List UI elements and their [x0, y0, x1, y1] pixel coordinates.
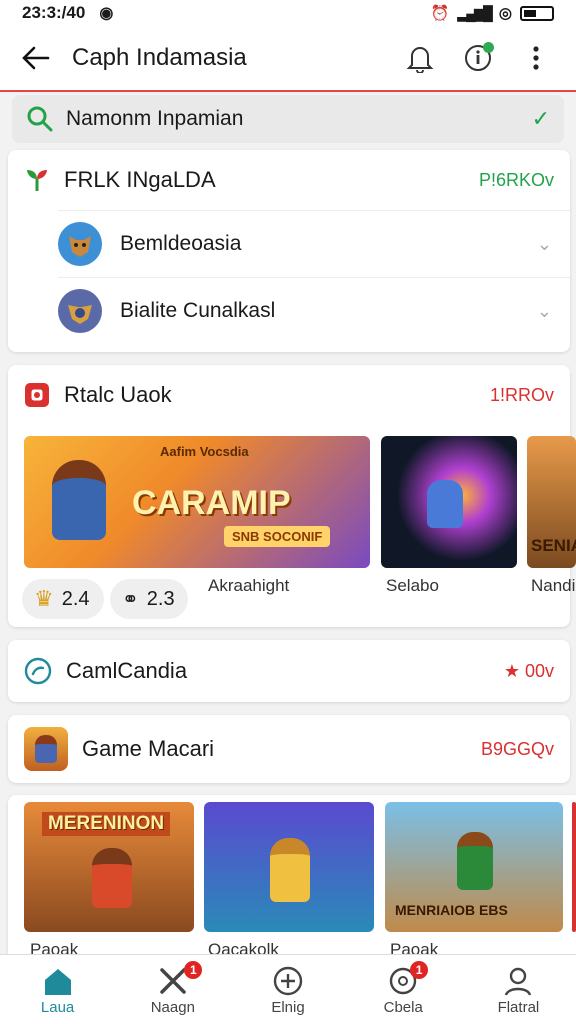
check-icon[interactable]: ✓ — [532, 106, 550, 132]
leaf-icon — [27, 170, 47, 191]
profile-icon — [505, 967, 532, 996]
nav-label: Laua — [40, 999, 75, 1016]
comments-pill[interactable]: ⚭ 2.3 — [110, 579, 188, 619]
section-more-link[interactable]: B9GGQv — [481, 739, 554, 760]
wifi-icon: ◎ — [498, 5, 512, 22]
bottom-nav: Laua 1 Naagn Elnig 1 Cbela Flatral — [0, 954, 576, 1024]
section-header-1[interactable]: FRLK INgaLDA P!6RKOv — [8, 150, 570, 210]
tools-icon — [160, 968, 186, 994]
chevron-down-icon[interactable]: ⌄ — [537, 301, 552, 322]
avatar — [58, 289, 102, 333]
tile-caption: Qacakolk — [208, 940, 279, 954]
section-card-3[interactable]: CamlCandia ★ 00v — [8, 640, 570, 702]
candy-icon — [24, 657, 52, 685]
hero-icon — [92, 848, 132, 908]
trophy-icon: ♛ — [34, 586, 54, 611]
section-header-3[interactable]: CamlCandia ★ 00v — [8, 640, 570, 702]
section-more-link[interactable]: P!6RKOv — [479, 170, 554, 191]
game-thumbnail[interactable]: SENIA — [527, 436, 576, 568]
banner-top-text: Aafim Vocsdia — [160, 444, 249, 459]
signal-icon: ▂▄▆█ — [457, 4, 493, 21]
game-banner[interactable]: Aafim Vocsdia CARAMIP SNB SOCONIF — [24, 436, 370, 568]
search-icon — [27, 106, 53, 132]
nav-label: Flatral — [497, 999, 540, 1016]
list-item[interactable]: Bialite Cunalkasl ⌄ — [58, 277, 570, 344]
nav-item-tools[interactable]: 1 Naagn — [115, 955, 230, 1024]
arrow-left-icon — [22, 46, 50, 70]
status-bar: 23:3:/40 ◉ ⏰ ▂▄▆█ ◎ — [0, 0, 576, 26]
alarm-icon: ⏰ — [430, 5, 450, 22]
hero-icon — [270, 838, 310, 902]
thumbnail-caption: Selabo — [386, 576, 439, 595]
rating-pill[interactable]: ♛ 2.4 — [22, 579, 104, 619]
section-more-link[interactable]: ★ 00v — [504, 661, 554, 682]
character-avatar-icon — [68, 305, 92, 324]
section-card-4[interactable]: Game Macari B9GGQv — [8, 715, 570, 783]
game-icon — [24, 727, 68, 771]
more-vert-icon — [533, 46, 539, 70]
thumbnail-caption: Akraahight — [208, 576, 290, 595]
game-tile-partial[interactable] — [572, 802, 576, 932]
nav-label: Cbela — [383, 999, 423, 1016]
avatar — [58, 222, 102, 266]
home-icon — [44, 969, 71, 995]
notification-icon: ◉ — [99, 5, 114, 22]
list-item[interactable]: Bemldeoasia ⌄ — [58, 210, 570, 277]
tile-caption: Paoak — [30, 940, 79, 954]
rating-value: 2.4 — [61, 587, 90, 610]
character-avatar-icon — [69, 236, 91, 257]
game-tile[interactable]: MENRIAIOB EBS — [385, 802, 563, 932]
info-badge-icon — [483, 42, 494, 53]
nav-item-chat[interactable]: 1 Cbela — [346, 955, 461, 1024]
thumbnail-caption: Nandi — [531, 576, 576, 595]
banner-subtitle: SNB SOCONIF — [224, 526, 331, 547]
section-title: FRLK INgaLDA — [64, 167, 216, 192]
hero-icon — [427, 480, 463, 528]
search-input[interactable]: Namonm Inpamian — [66, 107, 243, 131]
section-header-4[interactable]: Game Macari B9GGQv — [8, 715, 570, 783]
record-icon — [25, 383, 49, 407]
tile-title: MERENINON — [42, 812, 171, 836]
nav-item-profile[interactable]: Flatral — [461, 955, 576, 1024]
more-button[interactable] — [518, 40, 554, 76]
comments-value: 2.3 — [146, 587, 175, 610]
section-header-2[interactable]: Rtalc Uaok 1!RROv — [8, 365, 570, 425]
banner-title: CARAMIP — [132, 484, 291, 522]
hero-icon — [457, 832, 493, 890]
nav-badge: 1 — [410, 961, 429, 979]
info-button[interactable] — [460, 40, 496, 76]
game-tile[interactable]: MERENINON — [24, 802, 194, 932]
status-time: 23:3:/40 — [22, 3, 86, 22]
bell-icon — [406, 47, 434, 73]
comment-icon: ⚭ — [122, 588, 139, 611]
section-more-link[interactable]: 1!RROv — [490, 385, 554, 406]
list-item-label: Bialite Cunalkasl — [120, 299, 276, 322]
game-tile[interactable] — [204, 802, 374, 932]
section-card-1: FRLK INgaLDA P!6RKOv Bemldeoasia ⌄ Biali… — [8, 150, 570, 352]
nav-item-home[interactable]: Laua — [0, 955, 115, 1024]
character-icon — [52, 460, 106, 540]
section-title: Rtalc Uaok — [64, 382, 172, 407]
battery-icon — [520, 5, 554, 21]
nav-label: Elnig — [271, 999, 305, 1016]
nav-badge: 1 — [184, 961, 203, 979]
tile-title: MENRIAIOB EBS — [395, 902, 508, 918]
tile-caption: Paoak — [390, 940, 439, 954]
app-bar: Caph Indamasia — [0, 26, 576, 92]
nav-item-add[interactable]: Elnig — [230, 955, 345, 1024]
list-item-label: Bemldeoasia — [120, 232, 242, 255]
nav-label: Naagn — [150, 999, 195, 1016]
section-title: CamlCandia — [66, 658, 188, 683]
add-circle-icon — [273, 966, 303, 996]
game-thumbnail[interactable] — [381, 436, 517, 568]
page-title: Caph Indamasia — [72, 44, 247, 71]
back-button[interactable] — [0, 25, 72, 91]
search-bar[interactable]: Namonm Inpamian ✓ — [12, 95, 564, 143]
bell-button[interactable] — [402, 40, 438, 76]
section-title: Game Macari — [82, 736, 215, 761]
chevron-down-icon[interactable]: ⌄ — [537, 234, 552, 255]
thumbnail-title: SENIA — [531, 536, 576, 555]
